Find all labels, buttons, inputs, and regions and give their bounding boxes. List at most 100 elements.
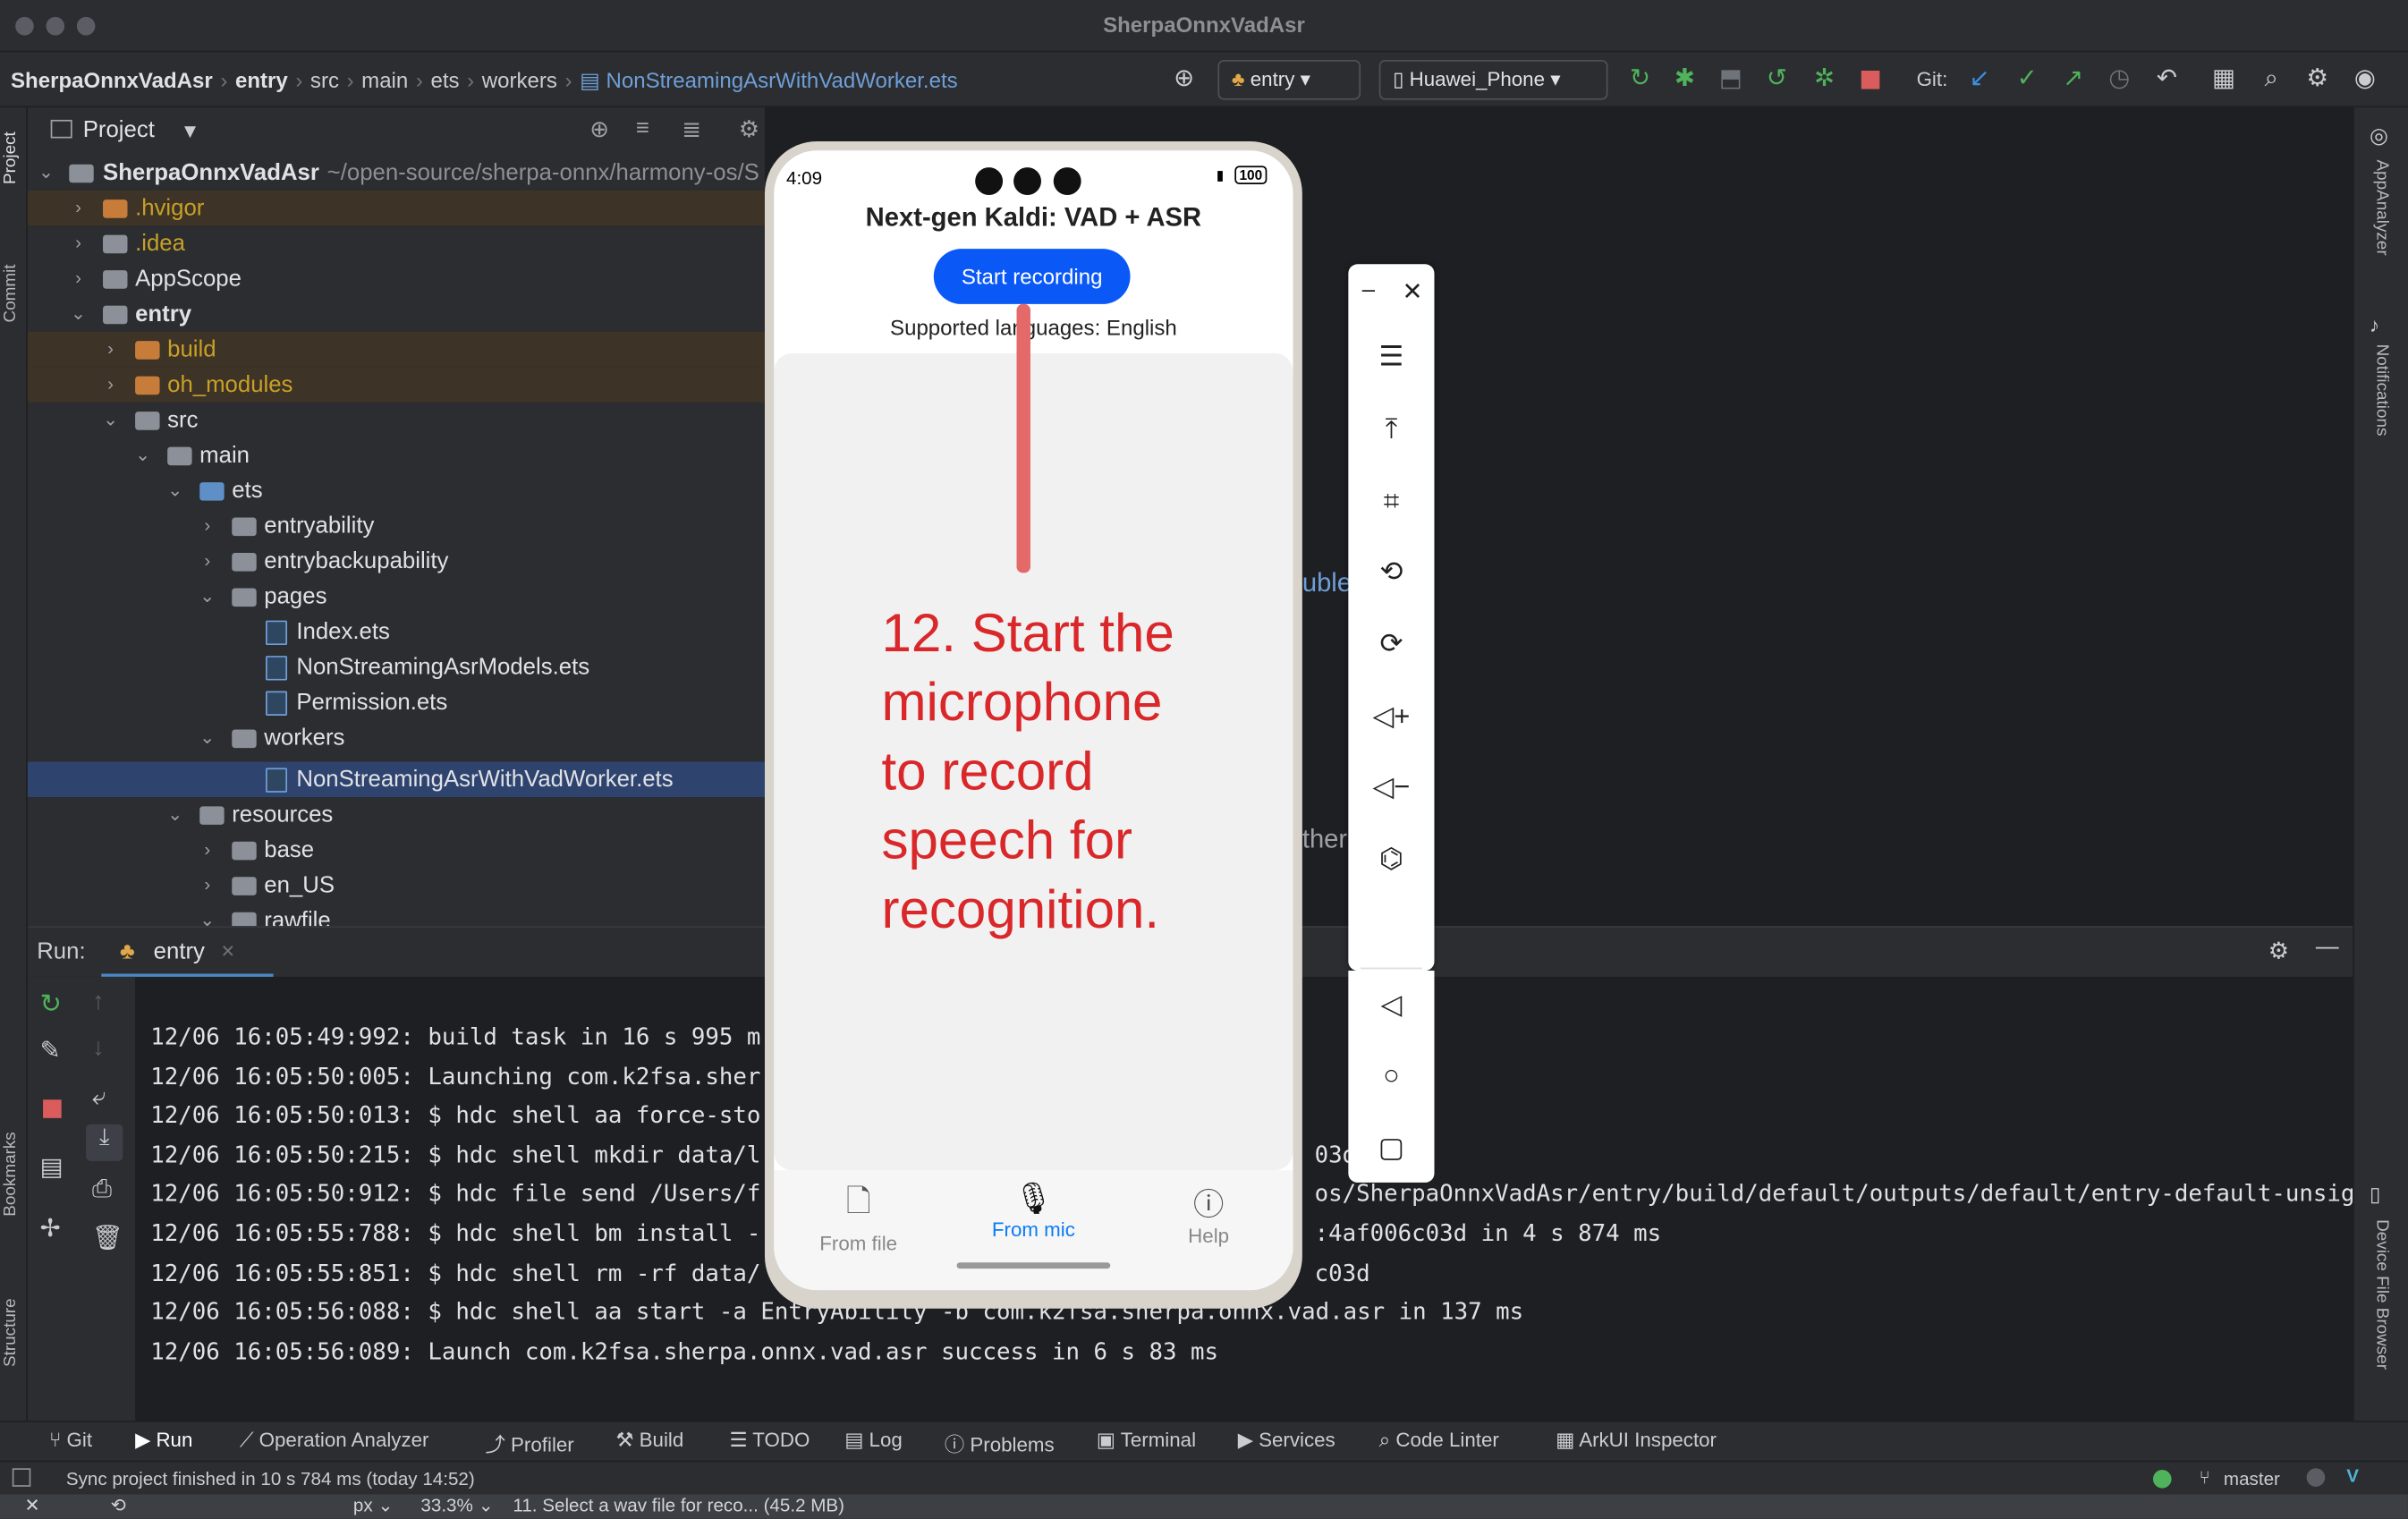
- tree-item-build[interactable]: › build: [27, 331, 765, 368]
- project-view-select[interactable]: Project: [83, 116, 155, 142]
- tab-problems[interactable]: ⓘ Problems: [945, 1429, 1055, 1458]
- breadcrumb-main[interactable]: main: [361, 68, 408, 92]
- rotate-right-icon[interactable]: ⟳: [1348, 628, 1434, 660]
- debug-icon[interactable]: ✱: [1669, 64, 1700, 95]
- expand-all-icon[interactable]: ≡: [636, 115, 649, 141]
- tree-item-ets[interactable]: ⌄ ets: [28, 473, 765, 508]
- tool-tab-notifications[interactable]: Notifications: [2372, 344, 2391, 467]
- project-structure-icon[interactable]: ▦: [2209, 64, 2239, 95]
- tree-item-appscope[interactable]: › AppScope: [28, 261, 765, 296]
- home-icon[interactable]: ○: [1348, 1060, 1434, 1092]
- settings-icon[interactable]: ⚙: [2302, 64, 2332, 95]
- tree-root[interactable]: ⌄ SherpaOnnxVadAsr ~/open-source/sherpa-…: [28, 155, 765, 190]
- profile-icon[interactable]: ✲: [1809, 64, 1839, 95]
- unit-select[interactable]: px ⌄: [353, 1494, 394, 1515]
- run-config-select[interactable]: ♣ entry ▾: [1217, 59, 1361, 100]
- print-icon[interactable]: ⎙: [92, 1176, 112, 1204]
- hide-panel-icon[interactable]: —: [2316, 934, 2339, 960]
- tree-item-models-ets[interactable]: NonStreamingAsrModels.ets: [28, 649, 765, 684]
- device-file-icon[interactable]: ▯: [2370, 1183, 2380, 1207]
- start-recording-button[interactable]: Start recording: [933, 249, 1131, 304]
- gear-icon[interactable]: ⚙: [2268, 937, 2289, 964]
- chevron-down-icon[interactable]: ▾: [184, 116, 196, 144]
- breadcrumb-ets[interactable]: ets: [430, 68, 459, 92]
- pin-top-icon[interactable]: ⤒: [1348, 413, 1434, 446]
- breadcrumb-file[interactable]: NonStreamingAsrWithVadWorker.ets: [606, 68, 957, 92]
- tree-item-permission-ets[interactable]: Permission.ets: [28, 685, 765, 720]
- tree-item-hvigor[interactable]: › .hvigor: [27, 190, 765, 226]
- tool-tab-appanalyzer[interactable]: AppAnalyzer: [2372, 160, 2391, 283]
- tool-tab-project[interactable]: Project: [2, 107, 21, 184]
- device-select[interactable]: ▯ Huawei_Phone ▾: [1378, 59, 1608, 100]
- tree-item-oh-modules[interactable]: › oh_modules: [27, 367, 765, 403]
- close-icon[interactable]: ✕: [1402, 276, 1422, 307]
- pin-icon[interactable]: ✢: [40, 1213, 61, 1243]
- panel-toggle-icon[interactable]: [12, 1468, 31, 1487]
- tab-run[interactable]: ▶ Run: [135, 1429, 192, 1453]
- soft-wrap-icon[interactable]: ⤶: [92, 1084, 106, 1112]
- back-icon[interactable]: ◁: [1348, 989, 1434, 1022]
- rotate-left-icon[interactable]: ⟲: [1348, 556, 1434, 588]
- tab-from-file[interactable]: 🗋 From file: [789, 1180, 928, 1254]
- tree-item-rawfile[interactable]: ⌄ rawfile: [28, 903, 765, 927]
- tool-tab-device-file-browser[interactable]: Device File Browser: [2372, 1219, 2391, 1404]
- tab-terminal[interactable]: ▣ Terminal: [1097, 1429, 1196, 1453]
- collapse-all-icon[interactable]: ≣: [682, 115, 701, 142]
- tool-tab-bookmarks[interactable]: Bookmarks: [2, 1093, 21, 1216]
- tab-git[interactable]: ⑂ Git: [49, 1429, 92, 1452]
- tree-item-base[interactable]: › base: [28, 833, 765, 868]
- tab-profiler[interactable]: ⤴ Profiler: [486, 1429, 574, 1458]
- attach-debugger-icon[interactable]: ⬒: [1716, 64, 1746, 95]
- tab-build[interactable]: ⚒ Build: [615, 1429, 683, 1453]
- trash-icon[interactable]: 🗑: [92, 1223, 123, 1253]
- app-analyzer-icon[interactable]: ◎: [2370, 123, 2388, 149]
- stop-icon[interactable]: [43, 1099, 62, 1118]
- home-indicator[interactable]: [956, 1262, 1111, 1269]
- account-icon[interactable]: ◉: [2350, 64, 2380, 95]
- scroll-to-end-icon[interactable]: ⤓: [86, 1124, 123, 1161]
- branch-name[interactable]: master: [2224, 1468, 2280, 1489]
- tree-item-entry[interactable]: ⌄ entry: [28, 296, 765, 331]
- target-icon[interactable]: ⊕: [1168, 64, 1199, 95]
- gear-icon[interactable]: ⚙: [739, 115, 759, 142]
- tree-item-resources[interactable]: ⌄ resources: [28, 797, 765, 832]
- tree-item-src[interactable]: ⌄ src: [28, 403, 765, 437]
- breadcrumb-project[interactable]: SherpaOnnxVadAsr: [11, 68, 213, 92]
- tree-item-idea[interactable]: › .idea: [28, 225, 765, 260]
- crop-icon[interactable]: ⌗: [1348, 486, 1434, 518]
- tree-item-index-ets[interactable]: Index.ets: [28, 615, 765, 649]
- search-icon[interactable]: ⌕: [2256, 64, 2286, 95]
- tab-arkui-inspector[interactable]: ▦ ArkUI Inspector: [1556, 1429, 1717, 1453]
- locate-icon[interactable]: ⊕: [589, 115, 609, 142]
- tab-operation-analyzer[interactable]: ⟋ Operation Analyzer: [240, 1429, 429, 1453]
- rerun-icon[interactable]: ↻: [40, 989, 62, 1020]
- tab-from-mic[interactable]: 🎙 From mic: [964, 1180, 1103, 1241]
- tree-item-worker-ets[interactable]: NonStreamingAsrWithVadWorker.ets: [27, 761, 765, 798]
- git-update-icon[interactable]: ↙: [1964, 64, 1995, 95]
- tree-item-entrybackupability[interactable]: › entrybackupability: [28, 544, 765, 579]
- down-arrow-icon[interactable]: ↓: [92, 1035, 105, 1063]
- apply-changes-icon[interactable]: ↺: [1761, 64, 1792, 95]
- rerun-icon[interactable]: ↻: [1624, 64, 1655, 95]
- tab-help[interactable]: ⓘ Help: [1140, 1180, 1278, 1247]
- git-commit-icon[interactable]: ✓: [2012, 64, 2042, 95]
- shake-icon[interactable]: ⌬: [1348, 844, 1434, 876]
- breadcrumb-entry[interactable]: entry: [235, 68, 288, 92]
- tab-todo[interactable]: ☰ TODO: [729, 1429, 810, 1453]
- minimize-icon[interactable]: –: [1362, 276, 1375, 302]
- tool-tab-commit[interactable]: Commit: [2, 231, 21, 322]
- tab-code-linter[interactable]: ⌕ Code Linter: [1379, 1429, 1499, 1453]
- recents-icon[interactable]: ▢: [1348, 1132, 1434, 1164]
- layout-icon[interactable]: ▤: [40, 1152, 64, 1183]
- tree-item-entryability[interactable]: › entryability: [28, 508, 765, 543]
- link-icon[interactable]: ⟲: [111, 1494, 126, 1515]
- up-arrow-icon[interactable]: ↑: [92, 989, 105, 1017]
- tree-item-en-us[interactable]: › en_US: [28, 868, 765, 903]
- menu-icon[interactable]: ☰: [1348, 341, 1434, 373]
- plugin-icon[interactable]: V: [2346, 1465, 2359, 1487]
- tab-log[interactable]: ▤ Log: [844, 1429, 903, 1453]
- run-tab-entry[interactable]: ♣ entry ×: [101, 928, 274, 977]
- tree-item-workers[interactable]: ⌄ workers: [28, 720, 765, 755]
- revert-icon[interactable]: ↶: [2151, 64, 2182, 95]
- tool-tab-structure[interactable]: Structure: [2, 1275, 21, 1367]
